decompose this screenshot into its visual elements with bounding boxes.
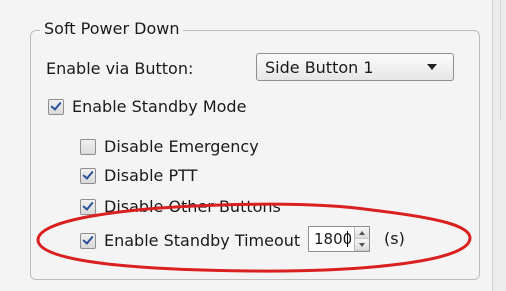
disable-emergency-label: Disable Emergency xyxy=(104,137,259,156)
spin-down-button[interactable] xyxy=(355,239,369,251)
enable-standby-timeout-label: Enable Standby Timeout xyxy=(104,231,301,250)
arrow-down-icon xyxy=(359,242,365,247)
disable-other-buttons-checkbox[interactable] xyxy=(80,198,96,215)
enable-standby-timeout-checkbox[interactable] xyxy=(80,232,96,249)
disable-ptt-row[interactable]: Disable PTT xyxy=(80,166,197,185)
disable-emergency-checkbox[interactable] xyxy=(80,138,96,155)
right-pane-edge xyxy=(492,0,506,291)
disable-ptt-label: Disable PTT xyxy=(104,166,198,185)
disable-other-buttons-row[interactable]: Disable Other Buttons xyxy=(80,197,281,216)
spin-buttons xyxy=(354,227,369,251)
dropdown-selected-value: Side Button 1 xyxy=(265,57,374,77)
disable-other-buttons-label: Disable Other Buttons xyxy=(104,197,281,216)
timeout-unit-label: (s) xyxy=(384,229,405,248)
arrow-up-icon xyxy=(359,230,365,235)
enable-standby-mode-label: Enable Standby Mode xyxy=(72,97,247,116)
enable-via-label: Enable via Button: xyxy=(46,59,194,78)
enable-standby-mode-checkbox[interactable] xyxy=(48,98,64,115)
enable-standby-mode-row[interactable]: Enable Standby Mode xyxy=(48,97,246,116)
spin-up-button[interactable] xyxy=(355,227,369,239)
disable-emergency-row[interactable]: Disable Emergency xyxy=(80,137,259,156)
disable-ptt-checkbox[interactable] xyxy=(80,167,96,184)
enable-standby-timeout-row[interactable]: Enable Standby Timeout xyxy=(80,231,300,250)
group-title: Soft Power Down xyxy=(40,19,184,38)
text-caret xyxy=(347,231,348,247)
enable-via-dropdown[interactable]: Side Button 1 xyxy=(256,53,454,81)
right-pane-divider xyxy=(500,0,501,120)
timeout-spinbox[interactable]: 1800 xyxy=(308,226,370,252)
chevron-down-icon[interactable] xyxy=(427,64,437,70)
